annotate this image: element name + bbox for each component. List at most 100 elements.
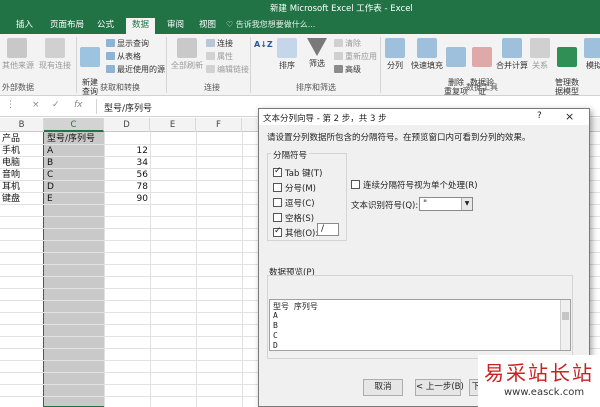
cell-c2[interactable]: A xyxy=(47,145,53,157)
cell-d5[interactable]: 78 xyxy=(108,181,148,193)
refresh-icon xyxy=(177,38,197,58)
manage-data-model-button[interactable]: 管理数 据模型 xyxy=(552,38,582,96)
checkbox-unchecked xyxy=(351,180,360,189)
window-title: 新建 Microsoft Excel 工作表 - Excel xyxy=(270,4,413,14)
fx-icon[interactable]: fx xyxy=(74,100,83,110)
cell-b1[interactable]: 产品 xyxy=(2,133,20,145)
recent-sources-button[interactable]: 最近使用的源 xyxy=(106,64,165,75)
consecutive-delimiters-checkbox[interactable]: 连续分隔符号视为单个处理(R) xyxy=(351,179,478,191)
sort-az-button[interactable]: A↓Z xyxy=(254,40,273,49)
cancel-icon[interactable]: × xyxy=(32,100,40,110)
formula-bar-menu-icon: ⋮ xyxy=(6,100,15,110)
whatif-icon xyxy=(584,38,600,58)
column-header-d[interactable]: D xyxy=(104,118,150,132)
close-icon[interactable]: × xyxy=(565,110,574,123)
group-label-sort-filter: 排序和筛选 xyxy=(296,83,336,92)
back-button[interactable]: < 上一步(B) xyxy=(415,379,464,396)
separator xyxy=(76,37,77,93)
column-header-c[interactable]: C xyxy=(44,118,104,132)
cell-c4[interactable]: C xyxy=(47,169,53,181)
sort-icon xyxy=(277,38,297,58)
relationships-button[interactable]: 关系 xyxy=(530,38,550,71)
cell-c1[interactable]: 型号/序列号 xyxy=(47,133,95,145)
preview-scrollbar[interactable] xyxy=(560,300,570,350)
separator xyxy=(250,37,251,93)
cell-b2[interactable]: 手机 xyxy=(2,145,20,157)
cell-b4[interactable]: 音响 xyxy=(2,169,20,181)
cell-d6[interactable]: 90 xyxy=(108,193,148,205)
other-checkbox[interactable]: 其他(O): xyxy=(273,226,318,239)
ribbon-tabs: 插入 页面布局 公式 数据 审阅 视图 ♡ 告诉我您想要做什么... xyxy=(0,15,600,34)
cell-b6[interactable]: 键盘 xyxy=(2,193,20,205)
help-icon[interactable]: ? xyxy=(537,111,542,121)
tab-insert[interactable]: 插入 xyxy=(10,18,39,34)
dialog-title-bar: 文本分列向导 - 第 2 步，共 3 步 ? × xyxy=(259,109,589,125)
tab-checkbox[interactable]: Tab 键(T) xyxy=(273,166,322,179)
other-sources-button[interactable]: 其他来源 xyxy=(2,38,34,71)
cell-d4[interactable]: 56 xyxy=(108,169,148,181)
connections-button[interactable]: 连接 xyxy=(206,38,233,49)
gridline xyxy=(104,132,105,407)
checkbox-unchecked xyxy=(273,198,282,207)
column-header-e[interactable]: E xyxy=(150,118,196,132)
edit-links-button[interactable]: 编辑链接 xyxy=(206,64,249,75)
column-header-f[interactable]: F xyxy=(196,118,242,132)
recent-icon xyxy=(106,65,115,73)
remove-duplicates-button[interactable]: 删除 重复项 xyxy=(444,38,468,96)
advanced-filter-button[interactable]: 高级 xyxy=(334,64,361,75)
cell-b3[interactable]: 电脑 xyxy=(2,157,20,169)
filter-button[interactable]: 筛选 xyxy=(304,38,330,69)
clear-filter-button[interactable]: 清除 xyxy=(334,38,361,49)
data-preview-box[interactable]: 型号 序列号 A B C D xyxy=(269,299,571,351)
link-icon xyxy=(206,39,215,47)
consolidate-icon xyxy=(502,38,522,58)
from-table-button[interactable]: 从表格 xyxy=(106,51,141,62)
show-query-button[interactable]: 显示查询 xyxy=(106,38,149,49)
tab-page-layout[interactable]: 页面布局 xyxy=(44,18,90,34)
tab-formulas[interactable]: 公式 xyxy=(91,18,120,34)
new-query-button[interactable]: 新建 查询 xyxy=(78,38,102,96)
comma-checkbox[interactable]: 逗号(C) xyxy=(273,197,315,209)
edit-links-icon xyxy=(206,65,215,73)
preview-row: B xyxy=(273,321,278,330)
space-checkbox[interactable]: 空格(S) xyxy=(273,212,314,224)
group-label-data-tools: 数据工具 xyxy=(466,83,498,92)
watermark-url-text: www.easck.com xyxy=(504,387,585,398)
tab-data[interactable]: 数据 xyxy=(126,18,156,34)
cell-c3[interactable]: B xyxy=(47,157,53,169)
dialog-instructions: 请设置分列数据所包含的分隔符号。在预览窗口内可看到分列的效果。 xyxy=(267,133,531,143)
gridline xyxy=(242,132,243,407)
column-header-b[interactable]: B xyxy=(0,118,44,132)
clear-icon xyxy=(334,39,343,47)
reapply-button[interactable]: 重新应用 xyxy=(334,51,377,62)
cell-c5[interactable]: D xyxy=(47,181,54,193)
whatif-button[interactable]: 模拟 xyxy=(584,38,600,71)
cell-d3[interactable]: 34 xyxy=(108,157,148,169)
group-label-get-transform: 获取和转换 xyxy=(100,83,140,92)
properties-button[interactable]: 属性 xyxy=(206,51,233,62)
cell-c6[interactable]: E xyxy=(47,193,53,205)
tell-me-search[interactable]: ♡ 告诉我您想要做什么... xyxy=(226,19,315,30)
lightbulb-icon: ♡ xyxy=(226,20,236,29)
other-delimiter-input[interactable]: / xyxy=(317,223,339,236)
cancel-button[interactable]: 取消 xyxy=(363,379,403,396)
existing-connections-button[interactable]: 现有连接 xyxy=(36,38,74,71)
cell-d2[interactable]: 12 xyxy=(108,145,148,157)
reapply-icon xyxy=(334,52,343,60)
text-qualifier-select[interactable]: " ▼ xyxy=(419,197,473,211)
scrollbar-thumb[interactable] xyxy=(562,312,569,320)
refresh-all-button[interactable]: 全部刷新 xyxy=(170,38,204,71)
sort-button[interactable]: 排序 xyxy=(276,38,298,71)
dropdown-arrow-icon: ▼ xyxy=(461,198,472,210)
delimiters-label: 分隔符号 xyxy=(271,149,310,161)
text-to-columns-button[interactable]: 分列 xyxy=(384,38,406,71)
enter-icon[interactable]: ✓ xyxy=(52,100,60,110)
tab-review[interactable]: 审阅 xyxy=(161,18,190,34)
flash-fill-button[interactable]: 快速填充 xyxy=(410,38,444,71)
semicolon-checkbox[interactable]: 分号(M) xyxy=(273,182,316,194)
formula-input[interactable]: 型号/序列号 xyxy=(104,101,152,114)
watermark-cn-text: 易采站长站 xyxy=(484,361,594,385)
consolidate-button[interactable]: 合并计算 xyxy=(496,38,528,71)
tab-view[interactable]: 视图 xyxy=(193,18,222,34)
cell-b5[interactable]: 耳机 xyxy=(2,181,20,193)
